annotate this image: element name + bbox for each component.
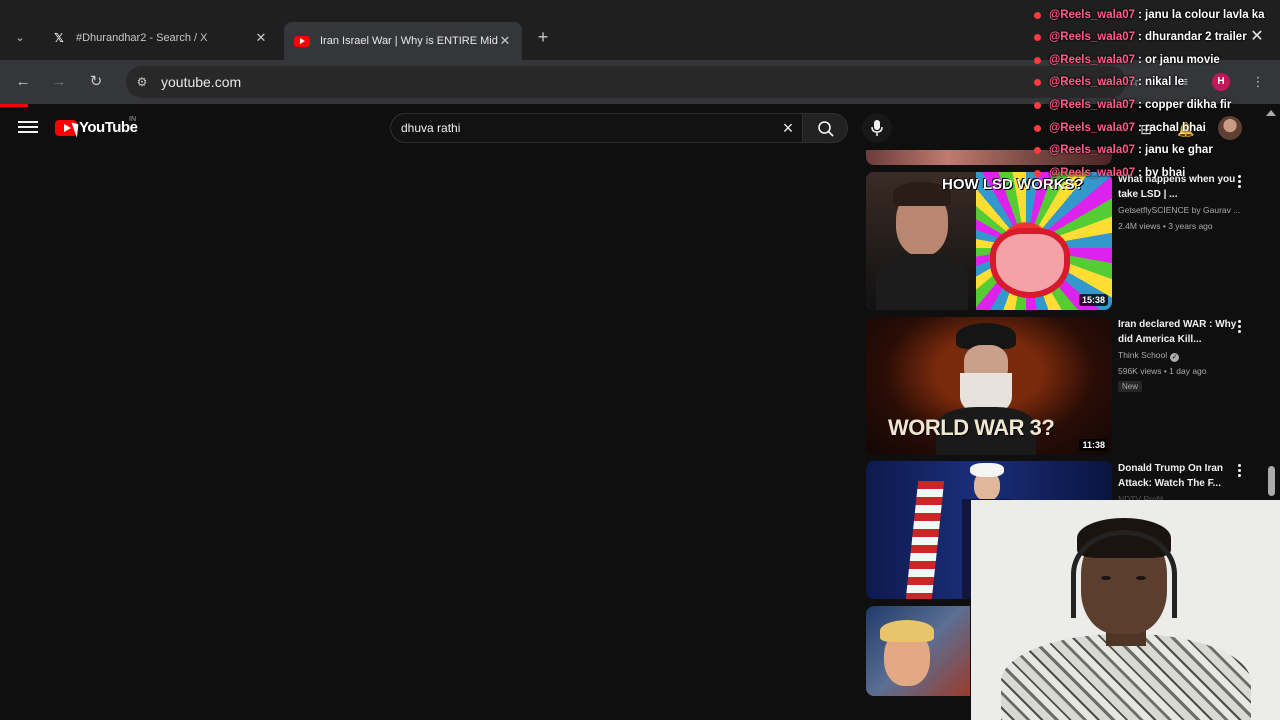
reload-icon[interactable]: ↻ [86, 72, 106, 92]
chat-username: @Reels_wala07 [1049, 122, 1136, 134]
chat-message: @Reels_wala07: janu ke ghar [1034, 141, 1213, 159]
site-info-icon[interactable]: ⚙ [134, 74, 150, 90]
video-duration: 11:38 [1079, 439, 1108, 451]
chat-text: : or janu movie [1138, 54, 1220, 66]
profile-avatar[interactable]: H [1212, 73, 1230, 91]
tab-search-dropdown-icon[interactable]: ⌄ [8, 28, 32, 48]
hamburger-menu-icon[interactable] [18, 118, 38, 138]
tab-title: Iran Israel War | Why is ENTIRE Middle [320, 35, 498, 47]
thumbnail-hair [880, 620, 934, 642]
page-load-progress [0, 104, 28, 107]
page-scrollbar[interactable] [1268, 466, 1275, 496]
chat-message: @Reels_wala07: by bhai [1034, 164, 1185, 182]
forward-icon[interactable]: → [49, 72, 69, 92]
channel-name[interactable]: Think School ✓ [1118, 350, 1246, 362]
headset-icon [1071, 530, 1177, 618]
new-tab-button[interactable]: + [534, 27, 552, 47]
youtube-dot-icon [1034, 124, 1041, 132]
browser-menu-icon[interactable]: ⋮ [1248, 72, 1268, 92]
chat-username: @Reels_wala07 [1049, 99, 1136, 111]
new-badge: New [1118, 381, 1143, 392]
tab-x-search[interactable]: 𝕏 #Dhurandhar2 - Search / X ✕ [42, 26, 278, 50]
search-button[interactable] [802, 113, 848, 143]
youtube-dot-icon [1034, 33, 1041, 41]
scroll-up-arrow-icon[interactable] [1266, 110, 1276, 116]
video-card[interactable]: WORLD WAR 3? 11:38 Iran declared WAR : W… [866, 317, 1276, 457]
video-thumbnail[interactable]: HOW LSD WORKS? 15:38 [866, 172, 1112, 310]
webcam-shirt [1001, 634, 1251, 720]
more-options-icon[interactable] [1236, 319, 1242, 333]
chat-username: @Reels_wala07 [1049, 144, 1136, 156]
thumbnail-text: WORLD WAR 3? [888, 415, 1055, 440]
chat-username: @Reels_wala07 [1049, 167, 1136, 179]
chat-text: : by bhai [1138, 167, 1186, 179]
more-options-icon[interactable] [1236, 174, 1242, 188]
x-logo-icon: 𝕏 [54, 31, 64, 45]
chat-text: : rachal bhai [1138, 122, 1206, 134]
youtube-dot-icon [1034, 146, 1041, 154]
video-card[interactable]: HOW LSD WORKS? 15:38 What happens when y… [866, 172, 1276, 312]
youtube-dot-icon [1034, 101, 1041, 109]
chat-message: @Reels_wala07: copper dikha fir [1034, 96, 1231, 114]
tab-youtube-video[interactable]: Iran Israel War | Why is ENTIRE Middle ✕ [284, 22, 522, 60]
chat-message: @Reels_wala07: janu la colour lavla ka [1034, 6, 1265, 24]
voice-search-button[interactable] [862, 113, 892, 143]
video-meta: 2.4M views • 3 years ago [1118, 221, 1213, 231]
channel-name-text: Think School [1118, 350, 1168, 360]
chat-text: : nikal le [1138, 76, 1185, 88]
chat-username: @Reels_wala07 [1049, 9, 1136, 21]
chat-username: @Reels_wala07 [1049, 31, 1136, 43]
chat-message: @Reels_wala07: rachal bhai [1034, 119, 1206, 137]
address-bar[interactable] [126, 66, 1126, 98]
webcam-overlay [971, 500, 1280, 720]
more-options-icon[interactable] [1236, 463, 1242, 477]
video-meta: 596K views • 1 day ago [1118, 366, 1207, 376]
video-duration: 15:38 [1078, 294, 1108, 306]
region-code: IN [129, 116, 136, 123]
chat-message: @Reels_wala07: dhurandar 2 trailer [1034, 28, 1247, 46]
url-text: youtube.com [161, 74, 242, 90]
microphone-icon [871, 120, 883, 136]
window-close-icon[interactable]: ✕ [1248, 28, 1266, 46]
search-query: dhuva rathi [401, 121, 461, 135]
chat-text: : janu la colour lavla ka [1138, 9, 1265, 21]
tab-close-icon[interactable]: ✕ [254, 30, 268, 46]
thumbnail-cap [970, 463, 1004, 477]
clear-search-icon[interactable]: × [779, 119, 797, 137]
chat-text: : dhurandar 2 trailer [1138, 31, 1247, 43]
search-icon [818, 121, 834, 137]
thumbnail-flag [905, 481, 945, 599]
chat-text: : janu ke ghar [1138, 144, 1213, 156]
account-avatar[interactable] [1218, 116, 1242, 140]
chat-username: @Reels_wala07 [1049, 54, 1136, 66]
video-thumbnail[interactable]: WORLD WAR 3? 11:38 [866, 317, 1112, 455]
chat-text: : copper dikha fir [1138, 99, 1232, 111]
youtube-logo[interactable]: YouTube [55, 119, 138, 136]
back-icon[interactable]: ← [13, 72, 33, 92]
chat-message: @Reels_wala07: or janu movie [1034, 51, 1220, 69]
youtube-dot-icon [1034, 56, 1041, 64]
tab-close-icon[interactable]: ✕ [498, 33, 512, 49]
video-title[interactable]: Iran declared WAR : Why did America Kill… [1118, 317, 1244, 347]
thumbnail-tongue-graphic [990, 228, 1070, 298]
video-title[interactable]: Donald Trump On Iran Attack: Watch The F… [1118, 461, 1244, 491]
video-thumbnail-partial[interactable] [866, 606, 970, 696]
tab-title: #Dhurandhar2 - Search / X [76, 32, 208, 44]
youtube-dot-icon [1034, 169, 1041, 177]
channel-name[interactable]: GetsetflySCIENCE by Gaurav ... [1118, 205, 1246, 215]
youtube-dot-icon [1034, 78, 1041, 86]
youtube-dot-icon [1034, 11, 1041, 19]
youtube-icon [294, 35, 310, 47]
chat-username: @Reels_wala07 [1049, 76, 1136, 88]
verified-check-icon: ✓ [1170, 353, 1180, 362]
chat-message: @Reels_wala07: nikal le [1034, 73, 1184, 91]
